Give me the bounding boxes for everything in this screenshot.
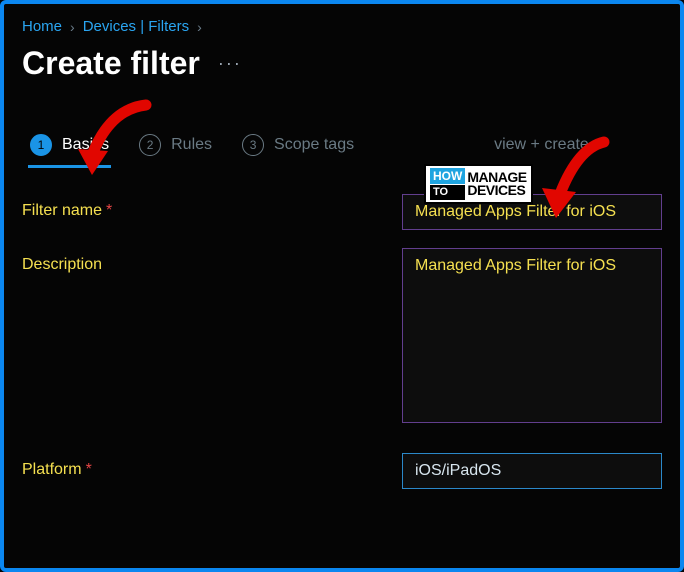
window-frame: Home › Devices | Filters › Create filter… bbox=[0, 0, 684, 572]
tab-review-create[interactable]: view + create bbox=[494, 136, 589, 164]
description-textarea[interactable]: Managed Apps Filter for iOS bbox=[402, 248, 662, 423]
chevron-right-icon: › bbox=[70, 19, 75, 35]
breadcrumb: Home › Devices | Filters › bbox=[22, 18, 662, 35]
required-asterisk-icon: * bbox=[106, 202, 112, 219]
watermark-logo: HOW TO MANAGE DEVICES bbox=[424, 164, 533, 204]
tab-step-number: 2 bbox=[139, 134, 161, 156]
tab-step-number: 3 bbox=[242, 134, 264, 156]
tab-rules[interactable]: 2 Rules bbox=[139, 134, 212, 166]
tab-label: view + create bbox=[494, 136, 589, 154]
chevron-right-icon: › bbox=[197, 19, 202, 35]
label-filter-name: Filter name* bbox=[22, 194, 402, 220]
platform-select[interactable] bbox=[402, 453, 662, 489]
wizard-tabs: 1 Basics 2 Rules 3 Scope tags view + cre… bbox=[22, 134, 662, 166]
tab-label: Scope tags bbox=[274, 136, 354, 154]
label-description: Description bbox=[22, 248, 402, 274]
tab-label: Basics bbox=[62, 136, 109, 154]
breadcrumb-devices-filters[interactable]: Devices | Filters bbox=[83, 18, 189, 35]
required-asterisk-icon: * bbox=[86, 461, 92, 478]
row-platform: Platform* bbox=[22, 453, 662, 489]
watermark-text: TO bbox=[430, 185, 465, 200]
breadcrumb-home[interactable]: Home bbox=[22, 18, 62, 35]
watermark-text: HOW bbox=[430, 168, 465, 184]
page-title: Create filter bbox=[22, 45, 200, 82]
row-filter-name: Filter name* bbox=[22, 194, 662, 230]
tab-basics[interactable]: 1 Basics bbox=[30, 134, 109, 166]
row-description: Description Managed Apps Filter for iOS bbox=[22, 248, 662, 423]
tab-step-number: 1 bbox=[30, 134, 52, 156]
watermark-text: MANAGE DEVICES bbox=[467, 171, 526, 198]
more-icon[interactable]: ··· bbox=[218, 53, 242, 74]
title-row: Create filter ··· bbox=[22, 45, 662, 82]
tab-label: Rules bbox=[171, 136, 212, 154]
label-platform: Platform* bbox=[22, 453, 402, 479]
tab-scope-tags[interactable]: 3 Scope tags bbox=[242, 134, 354, 166]
